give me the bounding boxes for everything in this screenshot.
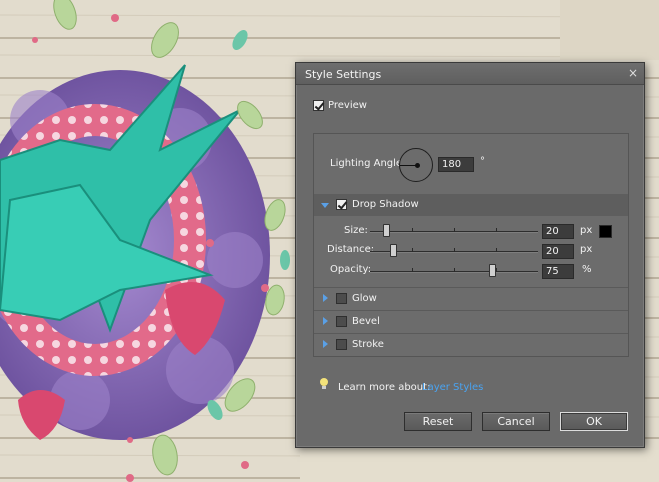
expand-right-icon[interactable]: [323, 294, 328, 302]
degree-unit: °: [480, 156, 485, 167]
cancel-button[interactable]: Cancel: [482, 412, 550, 431]
lighting-angle-input[interactable]: 180: [438, 157, 474, 172]
opacity-input[interactable]: 75: [542, 264, 574, 279]
ok-button[interactable]: OK: [560, 412, 628, 431]
layer-styles-link[interactable]: Layer Styles: [422, 382, 483, 393]
distance-unit: px: [580, 244, 593, 255]
effects-panel: Lighting Angle: 180 ° Drop Shadow Size: …: [313, 133, 629, 357]
close-icon[interactable]: ×: [628, 66, 638, 80]
stroke-checkbox[interactable]: [336, 339, 347, 350]
stroke-label[interactable]: Stroke: [352, 339, 384, 350]
reset-button[interactable]: Reset: [404, 412, 472, 431]
lighting-angle-label: Lighting Angle:: [330, 158, 406, 169]
size-input[interactable]: 20: [542, 224, 574, 239]
opacity-label: Opacity:: [330, 264, 372, 275]
expand-right-icon[interactable]: [323, 340, 328, 348]
size-slider-thumb[interactable]: [383, 224, 390, 237]
style-settings-dialog: Style Settings × Preview Lighting Angle:…: [295, 62, 645, 448]
dialog-title: Style Settings: [305, 68, 382, 81]
size-unit: px: [580, 225, 593, 236]
bevel-label[interactable]: Bevel: [352, 316, 380, 327]
expand-down-icon[interactable]: [321, 203, 329, 208]
glow-checkbox[interactable]: [336, 293, 347, 304]
bevel-checkbox[interactable]: [336, 316, 347, 327]
lightbulb-icon: [320, 378, 328, 389]
preview-label: Preview: [328, 100, 367, 111]
dial-handle-icon: [415, 163, 420, 168]
shadow-color-swatch[interactable]: [599, 225, 612, 238]
drop-shadow-checkbox[interactable]: [336, 199, 347, 210]
opacity-slider-thumb[interactable]: [489, 264, 496, 277]
lighting-angle-dial[interactable]: [399, 148, 433, 182]
opacity-unit: %: [582, 264, 592, 275]
size-label: Size:: [344, 225, 368, 236]
expand-right-icon[interactable]: [323, 317, 328, 325]
distance-label: Distance:: [327, 244, 375, 255]
drop-shadow-label: Drop Shadow: [352, 199, 419, 210]
distance-input[interactable]: 20: [542, 244, 574, 259]
drop-shadow-header[interactable]: Drop Shadow: [314, 194, 628, 216]
dialog-titlebar[interactable]: Style Settings ×: [296, 63, 644, 85]
glow-label[interactable]: Glow: [352, 293, 377, 304]
distance-slider-thumb[interactable]: [390, 244, 397, 257]
preview-checkbox[interactable]: [313, 100, 324, 111]
learn-more-text: Learn more about:: [338, 382, 431, 393]
